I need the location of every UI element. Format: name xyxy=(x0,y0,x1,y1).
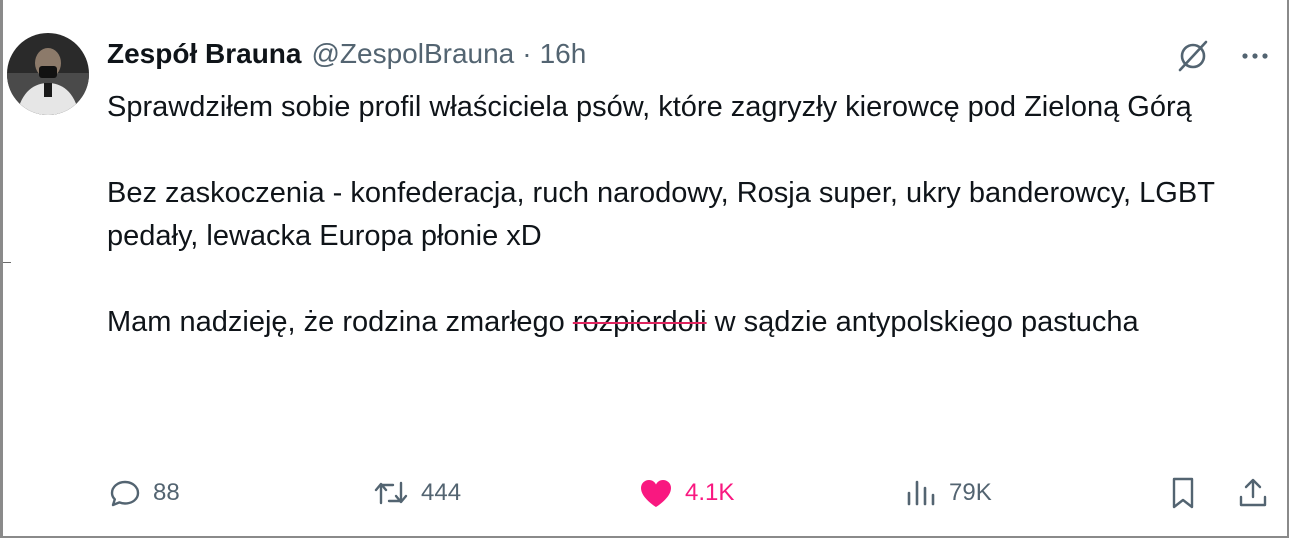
tweet-text: Sprawdziłem sobie profil właściciela psó… xyxy=(107,86,1257,344)
tweet-paragraph-3: Mam nadzieję, że rodzina zmarłego rozpie… xyxy=(107,301,1257,344)
like-button[interactable]: 4.1K xyxy=(637,470,734,516)
tweet-paragraph-2: Bez zaskoczenia - konfederacja, ruch nar… xyxy=(107,177,1215,252)
tweet-header: Zespół Brauna @ZespolBrauna · 16h xyxy=(107,34,586,74)
like-icon xyxy=(641,480,671,507)
views-count: 79K xyxy=(949,479,992,506)
timestamp[interactable]: 16h xyxy=(540,38,587,70)
tweet-paragraph-1: Sprawdziłem sobie profil właściciela psó… xyxy=(107,91,1192,123)
repost-button[interactable]: 444 xyxy=(371,470,461,516)
paragraph-3-start: Mam nadzieję, że rodzina zmarłego xyxy=(107,306,573,338)
author-handle[interactable]: @ZespolBrauna xyxy=(311,38,514,70)
bookmark-icon xyxy=(1172,477,1194,509)
repost-count: 444 xyxy=(421,479,462,506)
tweet-card: Zespół Brauna @ZespolBrauna · 16h Sprawd… xyxy=(0,0,1289,538)
struck-word: rozpierdoli xyxy=(572,306,707,338)
reply-button[interactable]: 88 xyxy=(107,470,180,516)
edge-divider xyxy=(3,262,11,263)
reply-icon xyxy=(110,480,140,507)
author-name[interactable]: Zespół Brauna xyxy=(107,38,301,70)
share-button[interactable] xyxy=(1235,470,1271,516)
bookmark-button[interactable] xyxy=(1165,470,1201,516)
grok-icon[interactable] xyxy=(1173,36,1213,76)
more-icon[interactable] xyxy=(1235,36,1275,76)
share-icon xyxy=(1239,478,1267,507)
separator-dot: · xyxy=(522,38,532,69)
paragraph-3-end: w sądzie antypolskiego pastucha xyxy=(706,306,1139,338)
like-count: 4.1K xyxy=(685,479,735,506)
views-icon xyxy=(907,480,935,506)
action-bar: 88 444 4.1K 79K xyxy=(3,470,1287,516)
views-button[interactable]: 79K xyxy=(903,470,992,516)
avatar[interactable] xyxy=(7,33,89,115)
repost-icon xyxy=(374,481,408,505)
reply-count: 88 xyxy=(153,479,180,506)
